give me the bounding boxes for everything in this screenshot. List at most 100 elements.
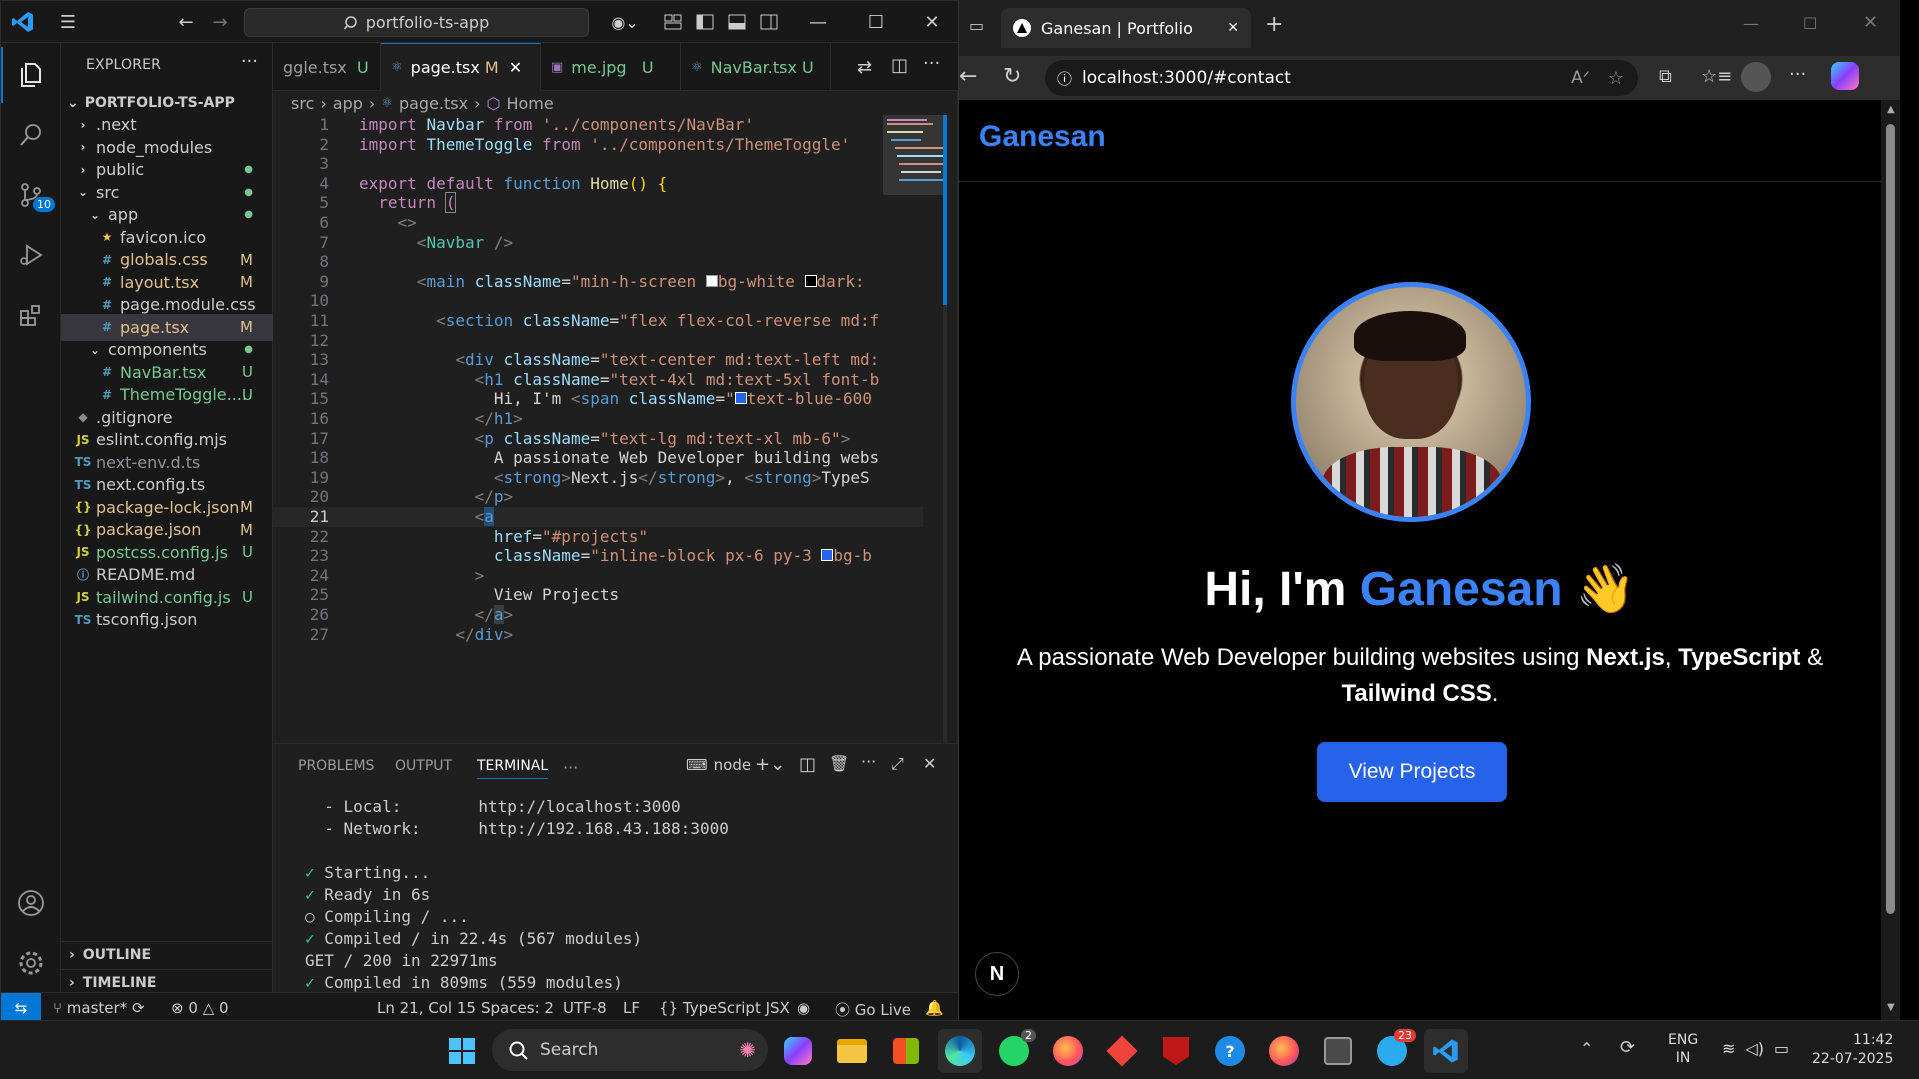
code-line[interactable]: 19 <strong>Next.js</strong>, <strong>Typ… (273, 468, 923, 488)
close-icon[interactable]: ✕ (917, 9, 947, 35)
taskbar-search[interactable]: Search ✺ (492, 1029, 768, 1071)
scroll-up-icon[interactable]: ▲ (1887, 104, 1895, 115)
go-live-button[interactable]: ⦿ Go Live (835, 999, 911, 1020)
code-line[interactable]: 20 </p> (273, 487, 923, 507)
outline-section[interactable]: › OUTLINE (61, 941, 273, 968)
code-line[interactable]: 13 <div className="text-center md:text-l… (273, 350, 923, 370)
copilot-status-icon[interactable]: ◉ (797, 999, 810, 1017)
menu-icon[interactable]: ☰ (53, 9, 83, 35)
code-line[interactable]: 1 import Navbar from '../components/NavBa… (273, 115, 923, 135)
tab-me-jpg[interactable]: ▣ me.jpg U (541, 43, 681, 91)
source-control-icon[interactable]: 10 (1, 167, 61, 223)
favorites-icon[interactable]: ☆≡ (1701, 66, 1732, 87)
code-line[interactable]: 11 <section className="flex flex-col-rev… (273, 311, 923, 331)
code-line[interactable]: 25 View Projects (273, 585, 923, 605)
line-ending[interactable]: LF (623, 999, 640, 1017)
maximize-icon[interactable]: ☐ (1803, 14, 1817, 33)
more-actions-icon[interactable]: ··· (241, 51, 258, 72)
breadcrumb-item[interactable]: app (333, 94, 363, 113)
nextjs-dev-badge[interactable]: N (975, 952, 1019, 996)
code-line[interactable]: 18 A passionate Web Developer building w… (273, 448, 923, 468)
customize-layout-icon[interactable] (661, 9, 685, 35)
firefox-dev-icon[interactable] (1262, 1029, 1306, 1073)
close-icon[interactable]: ✕ (1863, 12, 1878, 33)
code-line[interactable]: 16 </h1> (273, 409, 923, 429)
terminal-name[interactable]: node (714, 756, 751, 774)
code-line[interactable]: 24 > (273, 566, 923, 586)
code-line[interactable]: 4 export default function Home() { (273, 174, 923, 194)
notifications-bell-icon[interactable]: 🔔 (925, 999, 944, 1017)
minimap[interactable] (881, 115, 947, 743)
microsoft-store-icon[interactable] (884, 1029, 928, 1073)
settings-gear-icon[interactable] (1, 935, 61, 991)
language-mode[interactable]: {} TypeScript JSX (659, 999, 790, 1017)
scroll-thumb[interactable] (1886, 124, 1895, 914)
panel-more-icon[interactable]: ··· (563, 758, 578, 777)
brand-logo[interactable]: Ganesan (979, 120, 1106, 154)
toggle-panel-icon[interactable] (725, 9, 749, 35)
browser-tab[interactable]: Ganesan | Portfolio ✕ (1001, 8, 1251, 48)
forward-arrow-icon[interactable]: → (205, 9, 235, 35)
tab-themetoggle[interactable]: ggle.tsx U (273, 43, 381, 91)
sync-icon[interactable]: ⟳ (1620, 1037, 1635, 1058)
code-line[interactable]: 12 (273, 331, 923, 351)
code-line[interactable]: 15 Hi, I'm <span className=" text-blue-60… (273, 389, 923, 409)
copilot-icon[interactable] (1831, 62, 1859, 90)
minimize-icon[interactable]: — (1743, 14, 1759, 33)
page-scrollbar[interactable]: ▲ ▼ (1881, 100, 1900, 1020)
remote-icon[interactable]: ⇆ (1, 993, 41, 1022)
code-line[interactable]: 9 <main className="min-h-screen bg-white… (273, 272, 923, 292)
indentation[interactable]: Spaces: 2 (481, 999, 554, 1017)
tree-item[interactable]: TS tsconfig.json (61, 606, 273, 633)
code-line[interactable]: 10 (273, 291, 923, 311)
site-info-icon[interactable]: ⓘ (1057, 68, 1072, 89)
tray-chevron-up-icon[interactable]: ⌃ (1580, 1039, 1593, 1058)
command-center-search[interactable]: portfolio-ts-app (244, 8, 589, 37)
extensions-icon[interactable]: ⧉ (1659, 66, 1672, 87)
anydesk-icon[interactable] (1100, 1029, 1144, 1073)
new-terminal-icon[interactable]: +⌄ (755, 754, 785, 775)
problems-indicator[interactable]: ⊗ 0 △ 0 (171, 999, 229, 1017)
refresh-icon[interactable]: ↻ (1003, 64, 1021, 89)
compare-icon[interactable]: ⇄ (857, 57, 872, 78)
close-tab-icon[interactable]: ✕ (509, 58, 522, 77)
trash-icon[interactable]: 🗑 (829, 754, 849, 773)
breadcrumb-item[interactable]: page.tsx (399, 94, 468, 113)
code-line[interactable]: 3 (273, 154, 923, 174)
run-debug-icon[interactable] (1, 227, 61, 283)
close-panel-icon[interactable]: ✕ (923, 754, 936, 773)
breadcrumb-item[interactable]: Home (506, 94, 553, 113)
code-line[interactable]: 27 </div> (273, 625, 923, 645)
view-projects-button[interactable]: View Projects (1317, 742, 1507, 802)
favorite-star-icon[interactable]: ☆ (1608, 68, 1624, 89)
tab-navbar-tsx[interactable]: ⚛ NavBar.tsx U (681, 43, 831, 91)
code-line[interactable]: 22 href="#projects" (273, 527, 923, 547)
minimize-icon[interactable]: — (803, 9, 833, 35)
code-line[interactable]: 8 (273, 252, 923, 272)
start-icon[interactable] (440, 1029, 484, 1073)
code-line[interactable]: 7 <Navbar /> (273, 233, 923, 253)
maximize-icon[interactable]: ☐ (861, 9, 891, 35)
new-tab-icon[interactable]: + (1265, 12, 1283, 37)
breadcrumb-item[interactable]: src (291, 94, 314, 113)
split-editor-icon[interactable]: ◫ (891, 55, 908, 76)
copilot-app-icon[interactable] (776, 1029, 820, 1073)
file-explorer-icon[interactable] (830, 1029, 874, 1073)
code-line[interactable]: 5 return ( (273, 192, 923, 214)
vscode-taskbar-icon[interactable] (1424, 1029, 1468, 1073)
toggle-secondary-sidebar-icon[interactable] (757, 9, 781, 35)
read-aloud-icon[interactable]: Aᐟ (1571, 68, 1590, 88)
edge-icon[interactable] (938, 1029, 982, 1073)
back-arrow-icon[interactable]: ← (959, 64, 977, 89)
tab-terminal[interactable]: TERMINAL (477, 758, 549, 779)
editor-more-icon[interactable]: ··· (923, 53, 940, 74)
terminal-more-icon[interactable]: ··· (861, 752, 876, 771)
cursor-position[interactable]: Ln 21, Col 15 (377, 999, 476, 1017)
code-line[interactable]: 14 <h1 className="text-4xl md:text-5xl f… (273, 370, 923, 390)
encoding[interactable]: UTF-8 (563, 999, 607, 1017)
tab-actions-icon[interactable]: ▭ (969, 16, 984, 35)
branch-indicator[interactable]: ⑂ master* ⟳ (53, 999, 145, 1017)
close-tab-icon[interactable]: ✕ (1227, 20, 1239, 36)
profile-avatar[interactable] (1741, 62, 1771, 92)
whatsapp-icon[interactable]: 2 (992, 1029, 1036, 1073)
